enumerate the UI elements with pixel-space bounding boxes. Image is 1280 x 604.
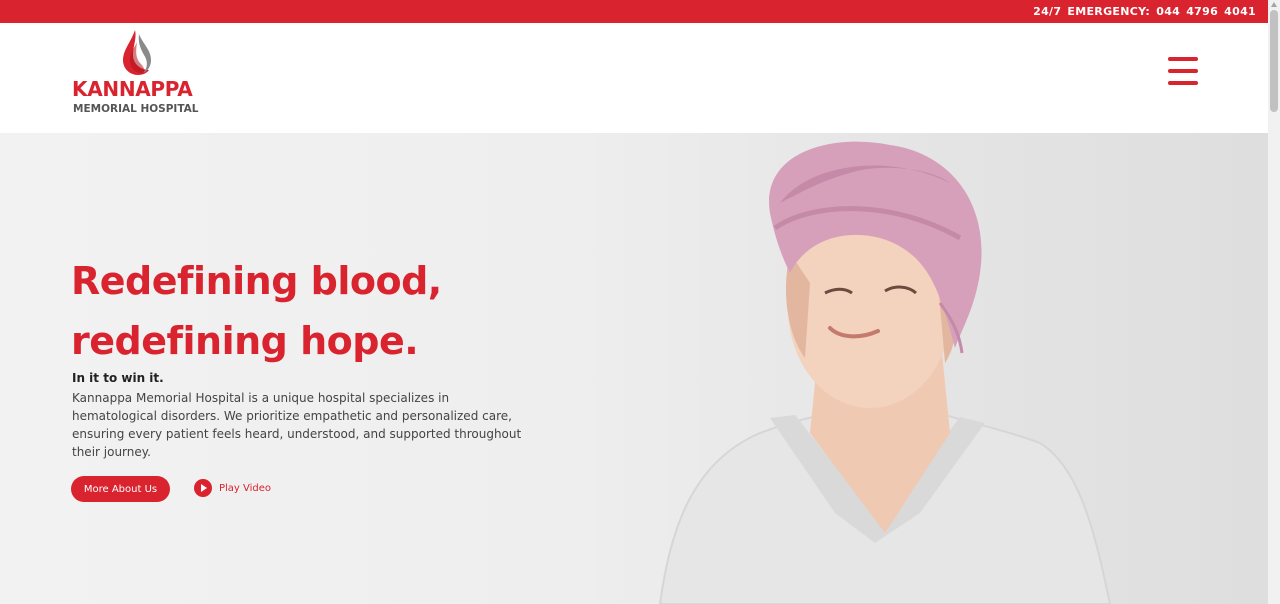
- play-video-label: Play Video: [219, 482, 272, 494]
- blood-drop-logo-icon: [123, 30, 151, 75]
- emergency-phone[interactable]: 24/7 EMERGENCY: 044 4796 4041: [1033, 5, 1256, 18]
- patient-portrait-image: [658, 141, 1112, 604]
- hero-description: Kannappa Memorial Hospital is a unique h…: [72, 391, 522, 459]
- logo-subtitle: MEMORIAL HOSPITAL: [73, 103, 199, 115]
- more-about-us-button[interactable]: More About Us: [71, 476, 170, 502]
- vertical-scrollbar[interactable]: [1268, 0, 1280, 604]
- scrollbar-thumb[interactable]: [1270, 10, 1278, 112]
- hero-tagline: In it to win it.: [72, 371, 164, 385]
- emergency-bar: 24/7 EMERGENCY: 044 4796 4041: [0, 0, 1268, 23]
- hero-section: Redefining blood, redefining hope. In it…: [0, 133, 1268, 604]
- site-header: KANNAPPA MEMORIAL HOSPITAL: [0, 23, 1268, 133]
- hamburger-menu-icon[interactable]: [1168, 57, 1198, 85]
- hospital-logo[interactable]: KANNAPPA MEMORIAL HOSPITAL: [72, 30, 212, 118]
- hero-title-line-2: redefining hope.: [71, 319, 419, 363]
- play-circle-icon: [194, 479, 212, 497]
- scroll-up-arrow-icon[interactable]: [1271, 2, 1277, 7]
- play-video-button[interactable]: Play Video: [194, 479, 271, 497]
- hero-title: Redefining blood, redefining hope.: [71, 251, 671, 371]
- hero-title-line-1: Redefining blood,: [71, 259, 442, 303]
- logo-name: KANNAPPA: [72, 77, 193, 101]
